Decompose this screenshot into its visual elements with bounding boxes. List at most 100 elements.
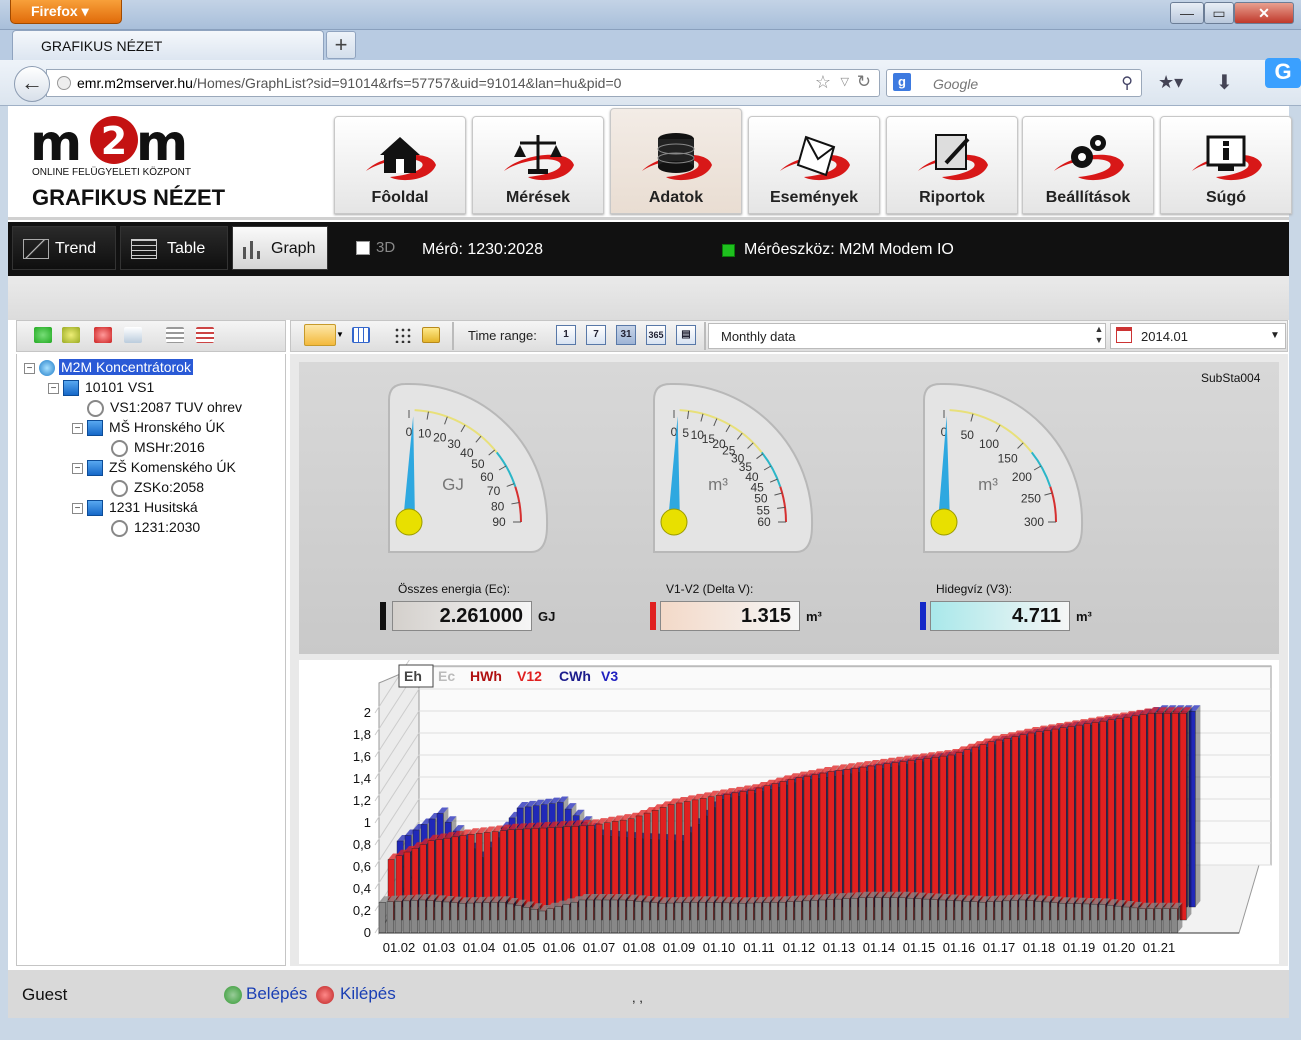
tree-node[interactable]: − M2M Koncentrátorok (24, 359, 193, 377)
history-dropdown-icon[interactable]: ▽ (841, 75, 849, 88)
tree-node[interactable]: 1231:2030 (96, 519, 200, 537)
bookmark-star-icon[interactable]: ☆ (815, 72, 831, 93)
legend-entry[interactable]: HWh (470, 668, 502, 684)
calendar-icon[interactable] (1116, 327, 1132, 343)
bar-mark (963, 749, 971, 921)
download-icon[interactable]: ⬇ (1216, 70, 1233, 95)
expand-tree-icon[interactable] (166, 327, 184, 343)
gauge-label: V1-V2 (Delta V): (666, 582, 754, 596)
collapse-icon[interactable]: − (72, 422, 83, 434)
chevron-down-icon[interactable]: ▼ (336, 330, 344, 339)
nav-envelope-button[interactable]: Események (748, 116, 880, 214)
grammarly-icon[interactable]: G (1265, 58, 1301, 88)
scales-icon (504, 135, 574, 181)
points-icon[interactable] (394, 327, 412, 343)
x-tick-label: 01.02 (383, 940, 416, 955)
logout-icon[interactable] (316, 986, 334, 1004)
meter-icon (111, 519, 128, 537)
minimize-button[interactable]: — (1170, 2, 1204, 24)
nav-info-button[interactable]: Súgó (1160, 116, 1292, 214)
logout-link[interactable]: Kilépés (340, 984, 396, 1004)
add-item-icon[interactable] (62, 327, 80, 343)
magnifier-icon[interactable]: ⚲ (1121, 73, 1133, 93)
firefox-menu-label: Firefox (31, 3, 78, 19)
url-bar[interactable]: emr.m2mserver.hu/Homes/GraphList?sid=910… (46, 69, 880, 97)
legend-entry[interactable]: Ec (438, 668, 455, 684)
3d-label: 3D (376, 239, 396, 256)
nav-scales-button[interactable]: Mérések (472, 116, 604, 214)
legend-entry[interactable]: CWh (559, 668, 591, 684)
time-range-custom-button[interactable]: ▤ (676, 325, 696, 345)
layout-grid-icon[interactable] (304, 324, 336, 346)
bar-mark (1138, 908, 1146, 934)
x-tick-label: 01.17 (983, 940, 1016, 955)
add-group-icon[interactable] (34, 327, 52, 343)
tree-node[interactable]: ZSKo:2058 (96, 479, 204, 497)
tree-node[interactable]: MSHr:2016 (96, 439, 205, 457)
bar-mark (1002, 900, 1010, 934)
collapse-icon[interactable]: − (72, 502, 83, 514)
bar-mark (378, 901, 386, 934)
collapse-tree-icon[interactable] (196, 327, 214, 343)
browser-tab[interactable]: GRAFIKUS NÉZET (12, 30, 324, 60)
search-engine-icon[interactable]: g (893, 73, 911, 91)
gauge-color-marker (380, 602, 386, 630)
bar-mark (482, 902, 490, 934)
maximize-button[interactable]: ▭ (1204, 2, 1234, 24)
time-range-365-button[interactable]: 365 (646, 325, 666, 345)
bar-mark (1163, 713, 1171, 921)
nav-database-button[interactable]: Adatok (610, 108, 742, 214)
collapse-icon[interactable]: − (48, 382, 59, 394)
nav-house-button[interactable]: Fôoldal (334, 116, 466, 214)
nav-report-button[interactable]: Riportok (886, 116, 1018, 214)
view-trend-button[interactable]: Trend (12, 226, 116, 270)
tree-node[interactable]: − ZŠ Komenského ÚK (72, 459, 236, 477)
legend-entry[interactable]: V12 (517, 668, 542, 684)
tree-node[interactable]: − 1231 Husitská (72, 499, 198, 517)
time-range-7-button[interactable]: 7 (586, 325, 606, 345)
new-tab-button[interactable]: + (326, 31, 356, 59)
tree-node[interactable]: − MŠ Hronského ÚK (72, 419, 225, 437)
y-tick-label: 0 (364, 925, 371, 940)
bar-mark (506, 903, 514, 934)
data-mode-select[interactable]: Monthly data (708, 323, 1106, 349)
bar-mark (690, 902, 698, 934)
nav-gears-button[interactable]: Beállítások (1022, 116, 1154, 214)
collapse-icon[interactable]: − (24, 362, 35, 374)
legend-entry[interactable]: Eh (404, 668, 422, 684)
bar-mark (1098, 904, 1106, 934)
date-select[interactable]: 2014.01 (1110, 323, 1286, 349)
delete-item-icon[interactable] (94, 327, 112, 343)
nav-label: Adatok (648, 189, 704, 206)
firefox-menu-button[interactable]: Firefox ▾ (10, 0, 122, 24)
chevron-down-icon[interactable]: ▼ (1270, 330, 1280, 341)
gauge-label: Hidegvíz (V3): (936, 582, 1013, 596)
close-button[interactable]: ✕ (1234, 2, 1294, 24)
view-table-button[interactable]: Table (120, 226, 228, 270)
3d-checkbox[interactable] (356, 241, 370, 255)
bookmarks-icon[interactable]: ★▾ (1158, 72, 1183, 93)
bar-mark (514, 905, 522, 934)
tree-node[interactable]: − 10101 VS1 (48, 379, 154, 397)
data-mode-spinner[interactable]: ▲ ▼ (1092, 324, 1106, 348)
preview-icon[interactable] (124, 327, 142, 343)
view-graph-button[interactable]: Graph (232, 226, 328, 270)
bar-mark (1114, 905, 1122, 934)
open-folder-icon[interactable] (422, 327, 440, 343)
back-button[interactable]: ← (14, 66, 50, 102)
time-range-1-button[interactable]: 1 (556, 325, 576, 345)
collapse-icon[interactable]: − (72, 462, 83, 474)
time-range-31-button[interactable]: 31 (616, 325, 636, 345)
search-input[interactable]: Google ⚲ (886, 69, 1142, 97)
m2m-logo[interactable]: m 2 m (30, 112, 190, 172)
reload-icon[interactable]: ↻ (857, 72, 871, 92)
login-link[interactable]: Belépés (246, 984, 307, 1004)
m2m-logo-graphic: m 2 m (30, 114, 188, 172)
legend-entry[interactable]: V3 (601, 668, 618, 684)
gauge-value: 4.711 (930, 601, 1070, 631)
tree-toolbar (16, 320, 286, 352)
login-icon[interactable] (224, 986, 242, 1004)
table-view-icon[interactable] (352, 327, 370, 343)
tree-node[interactable]: VS1:2087 TUV ohrev (72, 399, 242, 417)
bar-mark (1059, 727, 1067, 921)
